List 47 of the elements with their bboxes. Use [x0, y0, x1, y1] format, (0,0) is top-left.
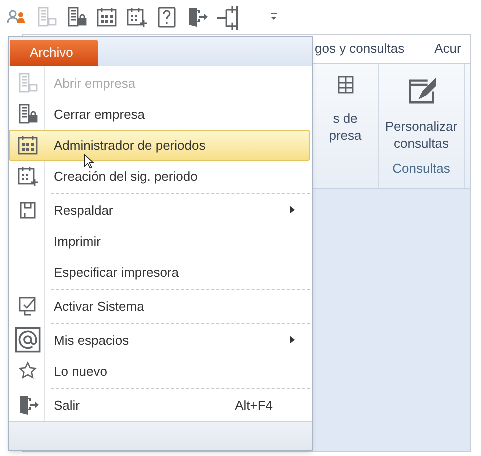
- menu-label: Especificar impresora: [54, 264, 179, 282]
- menu-label: Abrir empresa: [54, 74, 136, 93]
- dropdown-icon: [270, 13, 278, 21]
- door-arrow-button[interactable]: [186, 6, 208, 28]
- building-lock-icon: [66, 6, 88, 28]
- menu-label: Cerrar empresa: [54, 106, 146, 124]
- menu-label: Salir: [54, 396, 80, 415]
- menu-label: Creación del sig. periodo: [54, 168, 198, 186]
- calendar-button[interactable]: [96, 6, 118, 28]
- menu-label: Lo nuevo: [54, 362, 108, 381]
- mouse-pointer-icon: [84, 154, 95, 170]
- menu-item[interactable]: Activar Sistema: [9, 290, 310, 322]
- help-button[interactable]: [156, 6, 178, 28]
- ribbon-button[interactable]: Personalizar consultas: [385, 74, 458, 152]
- menu-label: Mis espacios: [54, 332, 130, 350]
- calendar-icon: [96, 6, 118, 28]
- menu-item[interactable]: Lo nuevo: [9, 356, 310, 387]
- building-icon: [36, 6, 58, 28]
- menu-item[interactable]: Salir Alt+F4: [9, 390, 310, 421]
- calendar-plus-icon: [17, 165, 39, 188]
- menu-label: Imprimir: [54, 232, 101, 251]
- door-arrow-icon: [186, 6, 208, 28]
- building-lock-icon: [17, 103, 39, 126]
- menu-item[interactable]: Mis espacios: [9, 324, 310, 356]
- shortcut-text: Alt+F4: [235, 396, 273, 415]
- menu-item[interactable]: Cerrar empresa: [9, 98, 310, 130]
- menu-label: Administrador de periodos: [54, 136, 206, 155]
- dropdown-button[interactable]: [270, 13, 278, 21]
- menu-label: Activar Sistema: [54, 298, 144, 316]
- building-lock-button[interactable]: [66, 6, 88, 28]
- file-tab[interactable]: Archivo: [10, 40, 98, 66]
- menu-item[interactable]: Creación del sig. periodo: [9, 160, 310, 192]
- ribbon-tab[interactable]: Acur: [434, 39, 462, 59]
- at-sign-icon: [15, 327, 41, 354]
- calendar-icon: [17, 134, 39, 156]
- door-arrow-icon: [17, 394, 39, 416]
- group-label: Consultas: [392, 160, 450, 178]
- building-icon: [17, 72, 39, 94]
- menu-item[interactable]: Imprimir: [9, 226, 310, 257]
- ribbon-tab[interactable]: gos y consultas: [315, 39, 405, 59]
- menu-label: Respaldar: [54, 202, 114, 220]
- menu-item[interactable]: Respaldar: [9, 194, 310, 226]
- menu-item[interactable]: Especificar impresora: [9, 256, 310, 288]
- calendar-plus-icon: [126, 6, 148, 28]
- ribbon-button[interactable]: s de presa: [329, 74, 362, 144]
- calendar-plus-button[interactable]: [126, 6, 148, 28]
- help-icon: [156, 6, 178, 28]
